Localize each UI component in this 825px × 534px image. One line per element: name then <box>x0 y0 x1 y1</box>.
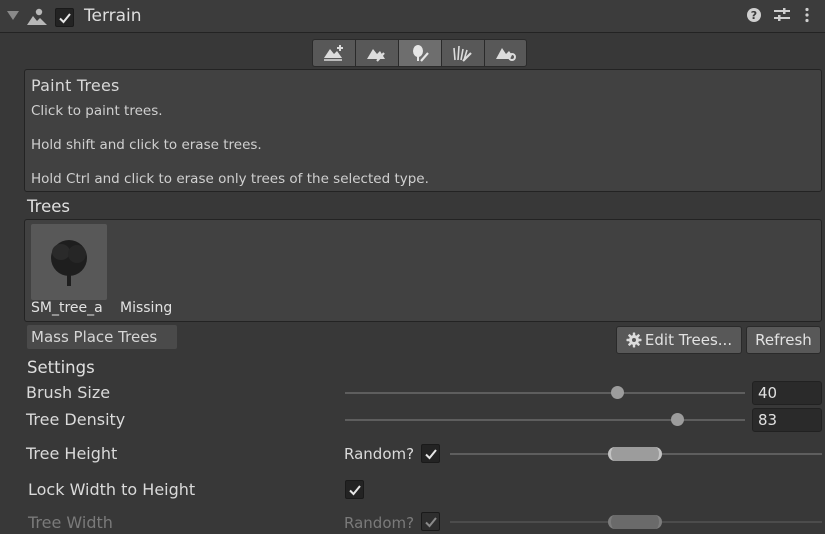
terrain-settings-button[interactable] <box>484 39 527 67</box>
paint-trees-button[interactable] <box>398 39 441 67</box>
tree-height-label: Tree Height <box>26 444 118 463</box>
trees-section-label: Trees <box>27 197 70 216</box>
tree-thumbnail[interactable] <box>31 224 107 300</box>
help-title: Paint Trees <box>31 76 120 95</box>
brush-size-label: Brush Size <box>26 383 111 402</box>
terrain-gear-icon <box>495 48 516 61</box>
kebab-menu-icon[interactable] <box>804 7 810 27</box>
tree-width-range-handle <box>608 515 662 529</box>
brush-size-field[interactable]: 40 <box>752 381 822 405</box>
tree-width-random-checkbox <box>421 512 440 531</box>
tree-height-range-handle[interactable] <box>608 447 662 461</box>
grass-brush-icon <box>453 45 472 62</box>
tree-density-slider-track[interactable] <box>345 419 745 421</box>
lock-width-checkbox[interactable] <box>345 480 364 499</box>
terrain-plus-icon <box>324 45 343 61</box>
tree-width-random-label: Random? <box>344 514 415 532</box>
tree-height-random-label: Random? <box>344 445 415 463</box>
lock-width-label: Lock Width to Height <box>28 480 196 499</box>
tree-name-label[interactable]: SM_tree_a <box>31 300 103 316</box>
edit-trees-button[interactable]: Edit Trees... <box>616 326 742 354</box>
component-title: Terrain <box>84 6 142 26</box>
foldout-arrow-icon[interactable] <box>7 11 19 20</box>
svg-text:?: ? <box>751 9 757 22</box>
create-neighbor-terrains-button[interactable] <box>312 39 355 67</box>
paint-details-button[interactable] <box>441 39 484 67</box>
tree-brush-icon <box>413 45 429 62</box>
tree-name-label[interactable]: Missing <box>120 300 172 316</box>
brush-size-slider-knob[interactable] <box>611 386 624 399</box>
terrain-icon <box>26 7 48 31</box>
help-line: Click to paint trees. <box>31 103 163 119</box>
settings-section-label: Settings <box>27 358 95 377</box>
component-enabled-checkbox[interactable] <box>55 8 74 27</box>
mass-place-trees-button[interactable]: Mass Place Trees <box>27 325 177 349</box>
edit-trees-label: Edit Trees... <box>644 331 733 349</box>
help-line: Hold shift and click to erase trees. <box>31 137 262 153</box>
gear-icon <box>626 332 642 348</box>
tree-density-field[interactable]: 83 <box>752 408 822 432</box>
tree-density-slider-knob[interactable] <box>671 413 684 426</box>
settings-sliders-icon[interactable] <box>773 7 791 27</box>
terrain-tool-toolbar <box>312 39 527 67</box>
terrain-brush-icon <box>367 49 385 62</box>
tree-width-label: Tree Width <box>28 513 113 532</box>
help-line: Hold Ctrl and click to erase only trees … <box>31 171 429 187</box>
help-icon[interactable]: ? <box>746 7 762 27</box>
tree-thumbnail-icon <box>51 240 87 286</box>
tree-density-label: Tree Density <box>26 410 126 429</box>
refresh-button[interactable]: Refresh <box>746 326 821 354</box>
tree-height-random-checkbox[interactable] <box>421 444 440 463</box>
paint-terrain-button[interactable] <box>355 39 398 67</box>
brush-size-slider-track[interactable] <box>345 392 745 394</box>
